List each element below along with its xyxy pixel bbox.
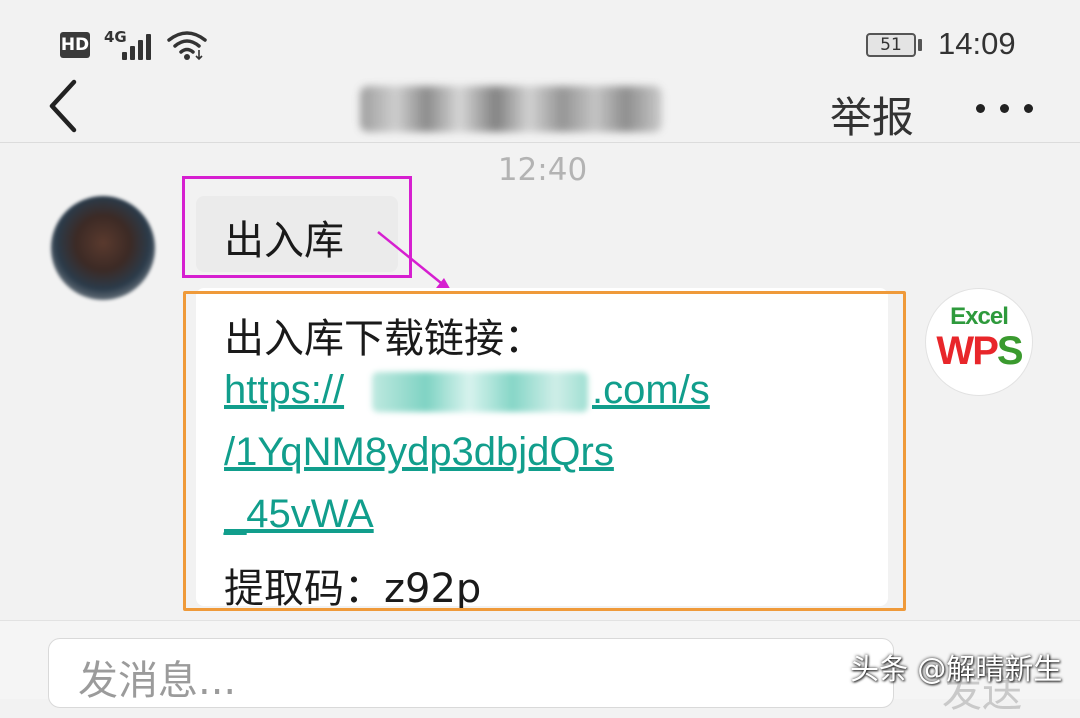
wps-logo: WPS (936, 329, 1023, 373)
wps-excel-avatar[interactable]: Excel WPS (925, 288, 1033, 396)
watermark: 头条 @解晴新生 (850, 652, 1063, 686)
message-input-placeholder: 发消息... (78, 658, 237, 704)
highlight-box-orange (183, 291, 906, 611)
wps-excel-label: Excel (950, 303, 1009, 330)
